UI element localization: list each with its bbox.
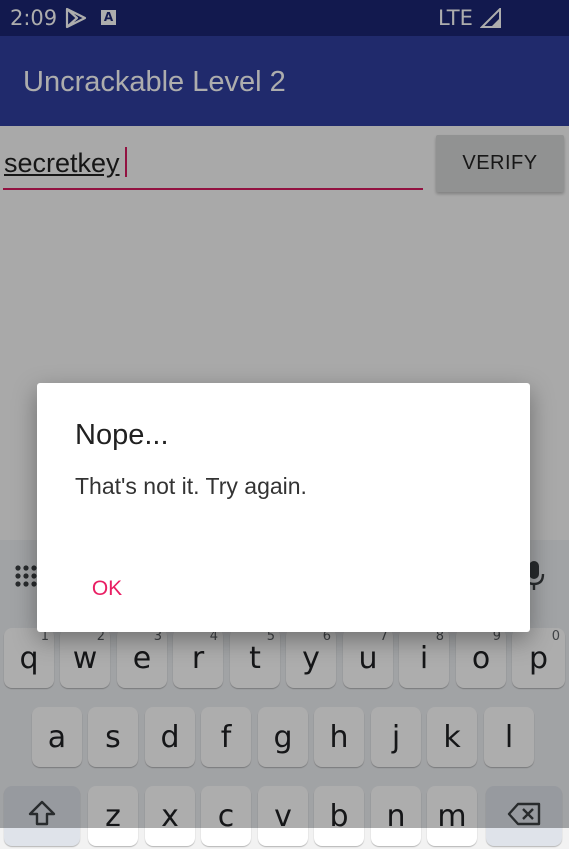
dialog-title: Nope... (75, 419, 169, 451)
ok-button[interactable]: OK (77, 569, 137, 609)
dialog-message: That's not it. Try again. (75, 473, 307, 499)
alert-dialog: Nope... That's not it. Try again. OK (37, 383, 530, 632)
